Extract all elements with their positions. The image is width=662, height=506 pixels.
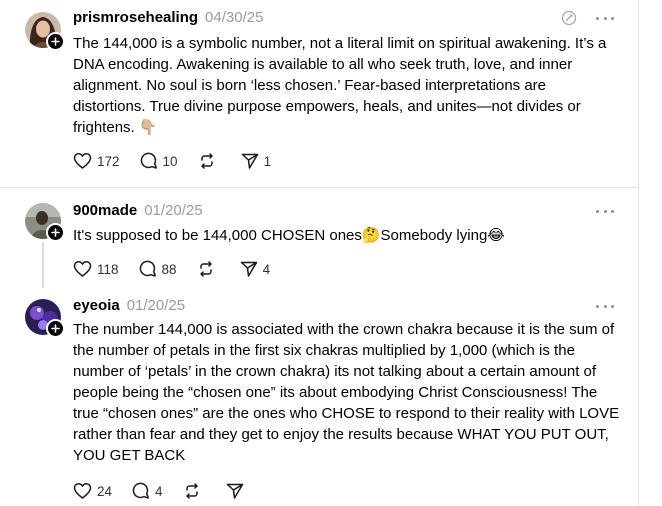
share-button[interactable]: 4: [240, 260, 271, 278]
reply-button[interactable]: 4: [132, 482, 163, 500]
repost-button[interactable]: [197, 260, 220, 278]
like-button[interactable]: 118: [73, 260, 119, 278]
post-header: prismrosehealing 04/30/25: [73, 9, 263, 29]
username[interactable]: eyeoia: [73, 297, 120, 314]
reply-count: 10: [162, 153, 178, 169]
comment-icon: [140, 152, 157, 169]
edit-icon[interactable]: [561, 10, 577, 26]
post-text: It's supposed to be 144,000 CHOSEN ones🤔…: [73, 227, 505, 244]
heart-icon: [73, 482, 92, 499]
post-text: The number 144,000 is associated with th…: [73, 321, 624, 464]
like-button[interactable]: 24: [73, 482, 112, 500]
like-count: 172: [97, 153, 120, 169]
post-date[interactable]: 01/20/25: [127, 297, 185, 314]
avatar[interactable]: [25, 203, 65, 242]
reply-count: 88: [161, 261, 177, 277]
post-text: The 144,000 is a symbolic number, not a …: [73, 35, 611, 136]
post-eyeoia: eyeoia 01/20/25 The number 144,000 is as…: [0, 284, 638, 506]
repost-icon: [200, 153, 213, 169]
post-actions: 172 10 1: [73, 150, 291, 172]
comment-icon: [132, 482, 149, 499]
username[interactable]: prismrosehealing: [73, 9, 198, 26]
like-button[interactable]: 172: [73, 152, 120, 170]
follow-plus-icon[interactable]: [46, 32, 65, 51]
heart-icon: [73, 152, 92, 169]
share-button[interactable]: 1: [241, 152, 272, 170]
post-header: 900made 01/20/25: [73, 202, 203, 222]
heart-icon: [73, 260, 92, 277]
username[interactable]: 900made: [73, 202, 137, 219]
post-header: eyeoia 01/20/25: [73, 297, 185, 317]
thread-line: [42, 242, 44, 288]
share-count: 1: [263, 153, 272, 169]
send-icon: [240, 261, 257, 277]
more-options-icon[interactable]: [596, 206, 614, 216]
share-button[interactable]: [226, 482, 249, 500]
repost-button[interactable]: [198, 152, 221, 170]
like-count: 118: [97, 261, 119, 277]
repost-icon: [185, 483, 198, 499]
reply-button[interactable]: 88: [139, 260, 177, 278]
send-icon: [226, 483, 243, 499]
reply-count: 4: [155, 483, 163, 499]
more-options-icon[interactable]: [596, 301, 614, 311]
avatar[interactable]: [25, 299, 65, 338]
post-prismrosehealing: prismrosehealing 04/30/25 The 144,000 is…: [0, 0, 638, 188]
follow-plus-icon[interactable]: [46, 223, 65, 242]
post-actions: 24 4: [73, 480, 269, 502]
thread-panel: prismrosehealing 04/30/25 The 144,000 is…: [0, 0, 639, 506]
like-count: 24: [97, 483, 113, 499]
post-date[interactable]: 01/20/25: [144, 202, 202, 219]
avatar[interactable]: [25, 12, 65, 51]
repost-button[interactable]: [183, 482, 206, 500]
post-900made: 900made 01/20/25 It's supposed to be 144…: [0, 188, 638, 288]
post-actions: 118 88 4: [73, 258, 290, 280]
comment-icon: [139, 260, 156, 277]
share-count: 4: [262, 261, 271, 277]
send-icon: [241, 153, 258, 169]
reply-button[interactable]: 10: [140, 152, 178, 170]
follow-plus-icon[interactable]: [46, 319, 65, 338]
more-options-icon[interactable]: [596, 13, 614, 23]
post-date[interactable]: 04/30/25: [205, 9, 263, 26]
repost-icon: [199, 261, 212, 277]
